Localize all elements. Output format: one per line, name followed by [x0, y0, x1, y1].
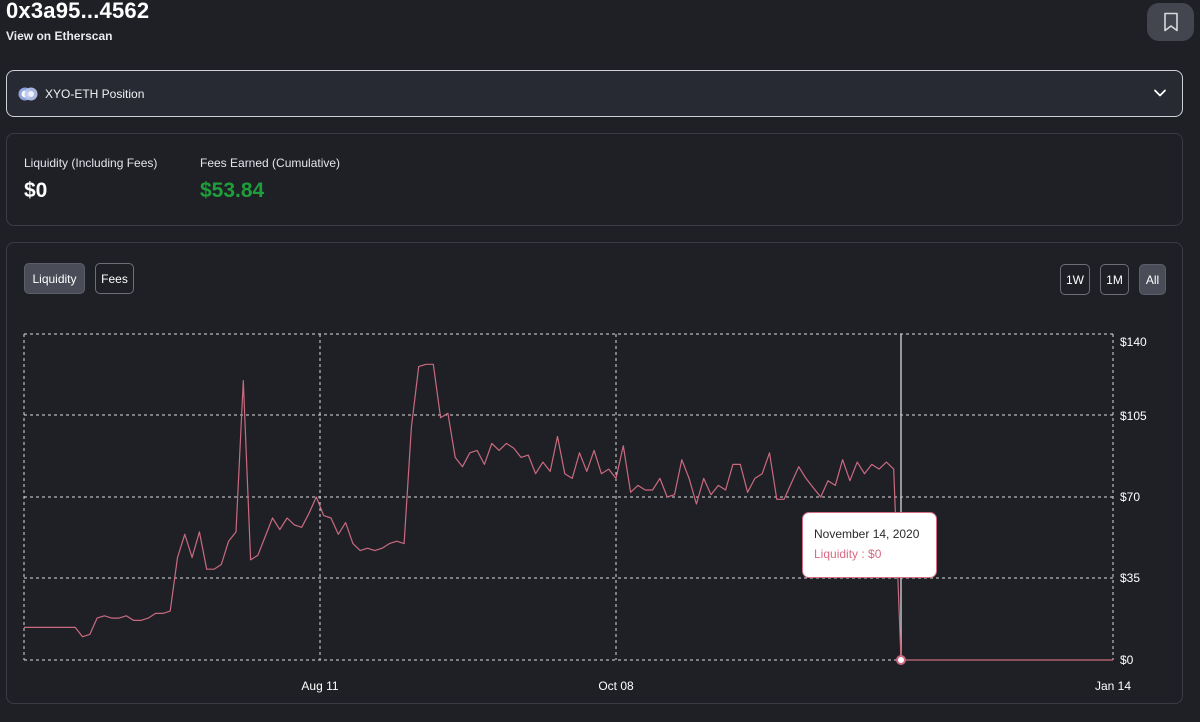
tooltip-value: Liquidity : $0 [814, 547, 882, 561]
x-tick-label: Aug 11 [301, 679, 338, 693]
x-tick-label: Oct 08 [598, 679, 634, 693]
y-tick-label: $70 [1120, 490, 1140, 504]
y-tick-label: $0 [1120, 653, 1134, 667]
y-tick-label: $35 [1120, 571, 1140, 585]
x-axis-labels: Aug 11 Oct 08 Jan 14 [301, 679, 1131, 693]
y-axis-labels: $140 $105 $70 $35 $0 [1120, 335, 1147, 667]
liquidity-chart: $140 $105 $70 $35 $0 Aug 11 Oct 08 Jan 1… [23, 333, 1147, 693]
hover-point [896, 655, 906, 665]
y-tick-label: $140 [1120, 335, 1147, 349]
tooltip-date: November 14, 2020 [814, 527, 920, 541]
y-tick-label: $105 [1120, 409, 1147, 423]
x-tick-label: Jan 14 [1095, 679, 1131, 693]
liquidity-series-line [24, 363, 1113, 661]
chart-tooltip: November 14, 2020 Liquidity : $0 [802, 512, 937, 578]
chart-grid [23, 333, 1114, 661]
